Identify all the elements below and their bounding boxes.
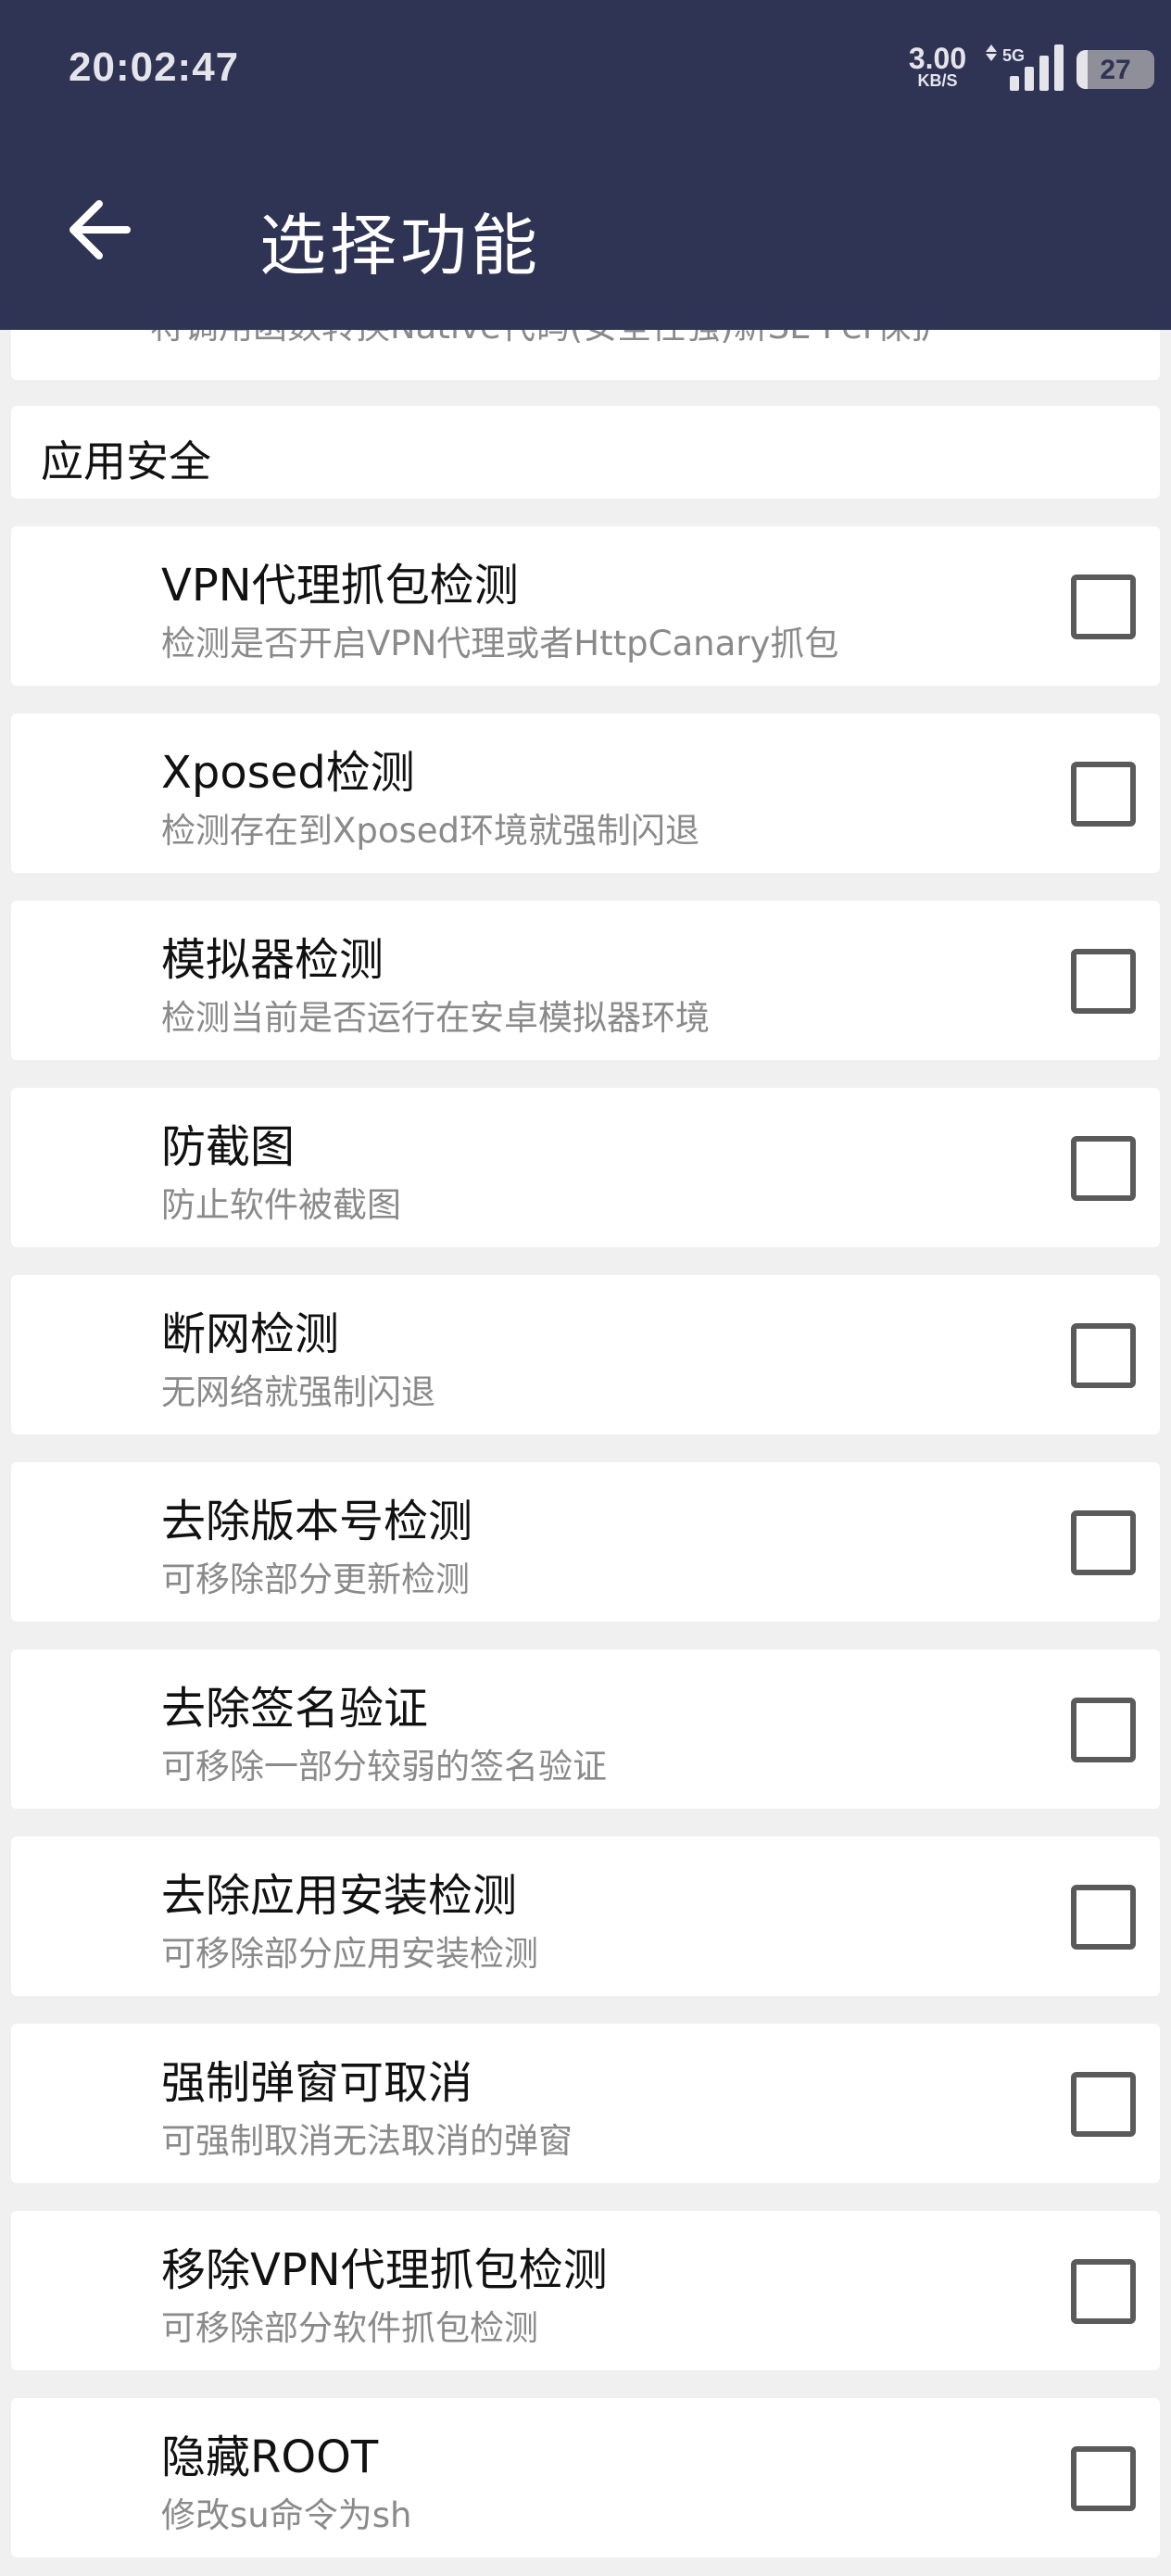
battery-icon: 27 [1077,50,1154,89]
checkbox[interactable] [1071,2446,1136,2511]
item-subtitle: 可移除部分软件抓包检测 [161,2308,538,2348]
page-title: 选择功能 [259,207,542,284]
item-subtitle: 可移除部分应用安装检测 [161,1934,538,1974]
checkbox[interactable] [1071,1323,1136,1388]
checkbox[interactable] [1071,2259,1136,2324]
item-subtitle: 可移除部分更新检测 [161,1559,470,1599]
list-item[interactable]: 模拟器检测 检测当前是否运行在安卓模拟器环境 [11,901,1160,1060]
battery-level: 27 [1100,55,1131,85]
item-title: 去除版本号检测 [161,1496,473,1547]
item-title: Xposed检测 [161,747,415,799]
item-title: 模拟器检测 [161,934,384,986]
item-subtitle: 检测是否开启VPN代理或者HttpCanary抓包 [161,624,839,663]
list-item[interactable]: 去除签名验证 可移除一部分较弱的签名验证 [11,1649,1160,1809]
item-subtitle: 检测当前是否运行在安卓模拟器环境 [161,998,710,1038]
list-item[interactable]: 防截图 防止软件被截图 [11,1088,1160,1247]
list-item[interactable]: Xposed检测 检测存在到Xposed环境就强制闪退 [11,713,1160,873]
item-subtitle: 检测存在到Xposed环境就强制闪退 [161,811,699,851]
data-activity-icon [986,44,997,61]
signal-strength-icon [1010,44,1064,91]
item-title: 去除签名验证 [161,1683,429,1735]
back-button[interactable] [56,185,145,274]
checkbox[interactable] [1071,1698,1136,1762]
item-subtitle: 无网络就强制闪退 [161,1372,435,1412]
item-title: 隐藏ROOT [161,2431,379,2483]
item-title: VPN代理抓包检测 [161,560,519,612]
list-item[interactable]: VPN代理抓包检测 检测是否开启VPN代理或者HttpCanary抓包 [11,526,1160,686]
checkbox[interactable] [1071,949,1136,1014]
checkbox[interactable] [1071,1510,1136,1575]
item-subtitle: 修改su命令为sh [161,2495,412,2535]
status-time: 20:02:47 [69,44,240,90]
section-header: 应用安全 [11,406,1160,499]
item-title: 强制弹窗可取消 [161,2057,473,2109]
checkbox[interactable] [1071,1885,1136,1950]
item-title: 移除VPN代理抓包检测 [161,2244,608,2296]
checkbox[interactable] [1071,762,1136,827]
item-title: 去除应用安装检测 [161,1870,518,1922]
item-title: 断网检测 [161,1308,340,1360]
checkbox[interactable] [1071,2072,1136,2137]
list-item[interactable]: 去除版本号检测 可移除部分更新检测 [11,1462,1160,1622]
arrow-left-icon [69,200,131,259]
checkbox[interactable] [1071,575,1136,639]
item-subtitle: 可强制取消无法取消的弹窗 [161,2121,573,2161]
list-item[interactable]: 移除VPN代理抓包检测 可移除部分软件抓包检测 [11,2211,1160,2370]
item-subtitle: 防止软件被截图 [161,1185,401,1225]
app-bar: 20:02:47 3.00 KB/S 5G 27 选择功能 [0,0,1171,330]
list-item[interactable]: 去除应用安装检测 可移除部分应用安装检测 [11,1837,1160,1996]
network-speed-value: 3.00 [908,42,967,75]
item-subtitle: 可移除一部分较弱的签名验证 [161,1747,607,1787]
network-speed: 3.00 KB/S [900,44,975,89]
list-item[interactable]: 断网检测 无网络就强制闪退 [11,1275,1160,1434]
item-title: 防截图 [161,1121,296,1173]
checkbox[interactable] [1071,1136,1136,1201]
list-item[interactable]: 隐藏ROOT 修改su命令为sh [11,2398,1160,2557]
section-title: 应用安全 [41,436,211,486]
list-item[interactable]: 强制弹窗可取消 可强制取消无法取消的弹窗 [11,2024,1160,2183]
